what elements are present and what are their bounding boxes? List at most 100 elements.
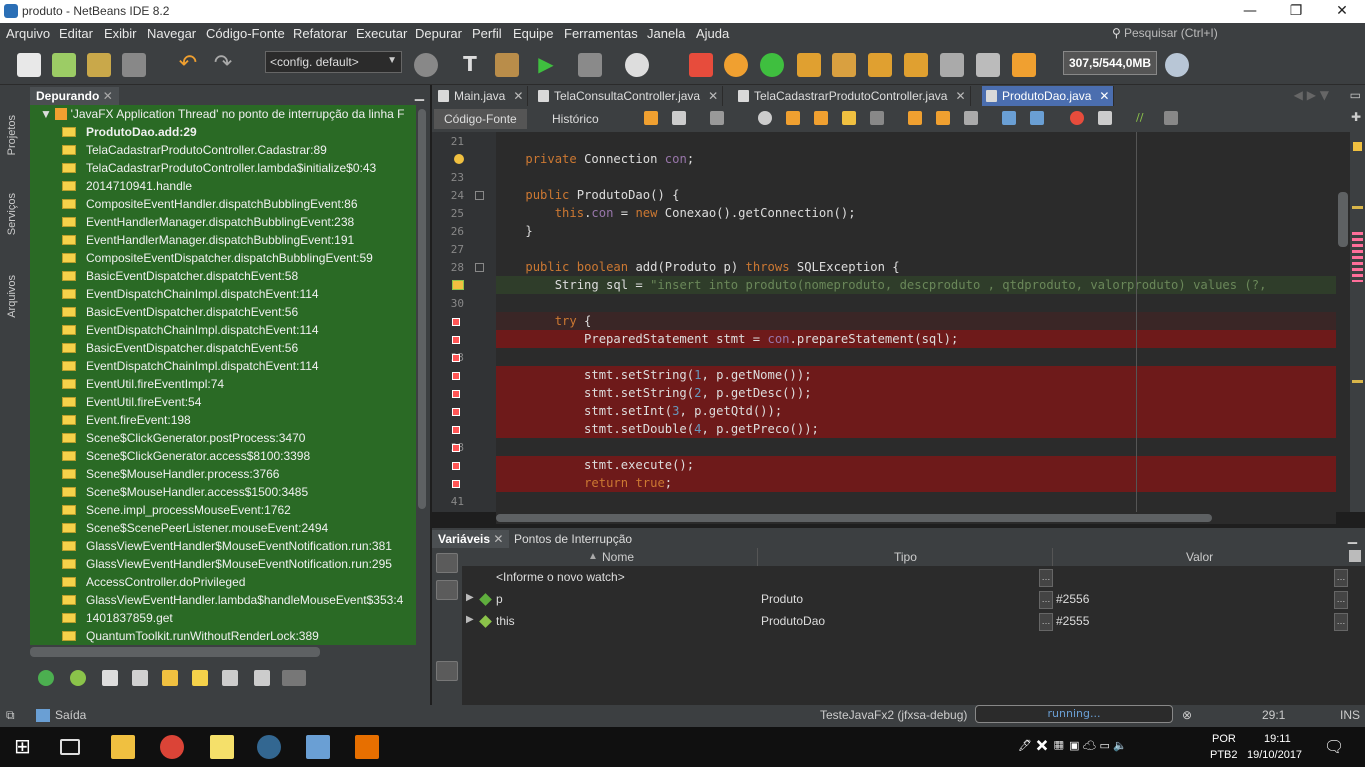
maximize-button[interactable]: ❐ bbox=[1273, 0, 1319, 23]
debugging-tab[interactable]: Depurando ✕ bbox=[30, 87, 119, 105]
forward-icon[interactable] bbox=[710, 111, 724, 125]
menu-exibir[interactable]: Exibir bbox=[104, 26, 137, 41]
column-chooser-icon[interactable] bbox=[1349, 550, 1361, 562]
stack-frame[interactable]: Scene$ClickGenerator.access$8100:3398 bbox=[30, 447, 416, 465]
breakpoint-icon[interactable] bbox=[452, 408, 460, 416]
breakpoint-icon[interactable] bbox=[452, 444, 460, 452]
chrome-icon[interactable] bbox=[160, 735, 184, 759]
menu-executar[interactable]: Executar bbox=[356, 26, 407, 41]
menu-janela[interactable]: Janela bbox=[647, 26, 685, 41]
settings-icon[interactable] bbox=[132, 670, 148, 686]
stack-frame[interactable]: TelaCadastrarProdutoController.lambda$in… bbox=[30, 159, 416, 177]
macro-stop-icon[interactable] bbox=[1098, 111, 1112, 125]
stack-frame[interactable]: EventHandlerManager.dispatchBubblingEven… bbox=[30, 231, 416, 249]
stack-frame[interactable]: BasicEventDispatcher.dispatchEvent:58 bbox=[30, 267, 416, 285]
toggle-highlight-icon[interactable] bbox=[842, 111, 856, 125]
toggle-bookmark-icon[interactable] bbox=[964, 111, 978, 125]
menu-codigo-fonte[interactable]: Código-Fonte bbox=[206, 26, 285, 41]
code-line[interactable]: public boolean add(Produto p) throws SQL… bbox=[496, 258, 1336, 276]
sticky-notes-icon[interactable] bbox=[210, 735, 234, 759]
tab-tela-consulta[interactable]: TelaConsultaController.java ✕ bbox=[534, 86, 724, 106]
step-into-icon[interactable] bbox=[868, 53, 892, 77]
fold-icon[interactable] bbox=[475, 191, 484, 200]
minimize-panel-icon[interactable]: ▁ bbox=[1348, 530, 1357, 544]
debug-project-icon[interactable] bbox=[578, 53, 602, 77]
java-icon[interactable] bbox=[355, 735, 379, 759]
stack-frame[interactable]: GlassViewEventHandler.lambda$handleMouse… bbox=[30, 591, 416, 609]
code-line[interactable]: stmt.setString(2, p.getDesc()); bbox=[496, 384, 1336, 402]
stack-scrollbar[interactable] bbox=[416, 105, 428, 645]
stack-frame[interactable]: Scene$MouseHandler.process:3766 bbox=[30, 465, 416, 483]
close-button[interactable]: ✕ bbox=[1319, 0, 1365, 23]
keyboard-layout[interactable]: PTB2 bbox=[1210, 749, 1238, 761]
source-button[interactable]: Código-Fonte bbox=[434, 109, 527, 129]
code-line[interactable]: this.con = new Conexao().getConnection()… bbox=[496, 204, 1336, 222]
stack-frame[interactable]: GlassViewEventHandler$MouseEventNotifica… bbox=[30, 537, 416, 555]
tab-tela-cadastrar[interactable]: TelaCadastrarProdutoController.java ✕ bbox=[734, 86, 971, 106]
edit-button[interactable]: … bbox=[1334, 569, 1348, 587]
cancel-icon[interactable]: ⊗ bbox=[1182, 708, 1192, 722]
tab-variables[interactable]: Variáveis ✕ bbox=[432, 530, 510, 548]
stack-frame[interactable]: Event.fireEvent:198 bbox=[30, 411, 416, 429]
variable-row[interactable]: ▶ p Produto … #2556 … bbox=[462, 589, 1365, 611]
history-button[interactable]: Histórico bbox=[542, 109, 609, 129]
run-to-cursor-icon[interactable] bbox=[940, 53, 964, 77]
clean-build-icon[interactable] bbox=[495, 53, 519, 77]
stack-hscrollbar[interactable] bbox=[30, 647, 320, 657]
resume-thread-icon[interactable] bbox=[38, 670, 54, 686]
close-icon[interactable]: ✕ bbox=[955, 89, 965, 103]
restore-window-icon[interactable]: ⧉ bbox=[6, 708, 15, 723]
threads-icon[interactable] bbox=[70, 670, 86, 686]
code-line[interactable] bbox=[496, 240, 1336, 258]
close-icon[interactable]: ✕ bbox=[1099, 89, 1109, 103]
task-view-icon[interactable] bbox=[60, 739, 80, 755]
menu-editar[interactable]: Editar bbox=[59, 26, 93, 41]
code-line[interactable]: private Connection con; bbox=[496, 150, 1336, 168]
menu-ajuda[interactable]: Ajuda bbox=[696, 26, 729, 41]
edit-button[interactable]: … bbox=[1334, 591, 1348, 609]
prev-bookmark-icon[interactable] bbox=[908, 111, 922, 125]
code-editor[interactable]: private Connection con; public ProdutoDa… bbox=[496, 132, 1336, 512]
menu-arquivo[interactable]: Arquivo bbox=[6, 26, 50, 41]
notifications-icon[interactable]: 🗨 bbox=[1324, 737, 1344, 757]
close-icon[interactable]: ✕ bbox=[513, 89, 523, 103]
breakpoint-icon[interactable] bbox=[452, 480, 460, 488]
back-icon[interactable] bbox=[672, 111, 686, 125]
next-bookmark-icon[interactable] bbox=[936, 111, 950, 125]
hint-bulb-icon[interactable] bbox=[454, 154, 464, 164]
step-over-icon[interactable] bbox=[797, 53, 821, 77]
edit-button[interactable]: … bbox=[1039, 613, 1053, 631]
build-hammer-icon[interactable]: T bbox=[458, 53, 482, 77]
step-over-expression-icon[interactable] bbox=[832, 53, 856, 77]
frames-icon[interactable] bbox=[192, 670, 208, 686]
variable-row[interactable]: ▶ this ProdutoDao … #2555 … bbox=[462, 611, 1365, 633]
pause-icon[interactable] bbox=[724, 53, 748, 77]
continue-icon[interactable] bbox=[760, 53, 784, 77]
code-line[interactable]: stmt.setInt(3, p.getQtd()); bbox=[496, 402, 1336, 420]
apply-changes-icon[interactable] bbox=[976, 53, 1000, 77]
code-line[interactable] bbox=[496, 492, 1336, 510]
minimize-button[interactable]: — bbox=[1227, 0, 1273, 23]
code-line[interactable] bbox=[496, 132, 1336, 150]
stack-frame[interactable]: EventDispatchChainImpl.dispatchEvent:114 bbox=[30, 321, 416, 339]
tab-produto-dao[interactable]: ProdutoDao.java ✕ bbox=[982, 86, 1115, 106]
code-line[interactable] bbox=[496, 168, 1336, 186]
expand-icon[interactable]: ▼ bbox=[40, 107, 52, 121]
new-file-icon[interactable] bbox=[17, 53, 41, 77]
stack-frame[interactable]: CompositeEventHandler.dispatchBubblingEv… bbox=[30, 195, 416, 213]
maximize-window-icon[interactable]: ▭ bbox=[1350, 88, 1361, 102]
code-line[interactable]: PreparedStatement stmt = con.prepareStat… bbox=[496, 330, 1336, 348]
fold-icon[interactable] bbox=[475, 263, 484, 272]
close-icon[interactable]: ✕ bbox=[708, 89, 718, 103]
col-name[interactable]: Nome bbox=[602, 550, 634, 564]
new-watch-icon[interactable] bbox=[436, 553, 458, 573]
output-tab[interactable]: Saída bbox=[55, 708, 86, 722]
build-globe-icon[interactable] bbox=[414, 53, 438, 77]
code-line[interactable] bbox=[496, 348, 1336, 366]
run-icon[interactable]: ▶ bbox=[534, 53, 558, 77]
new-project-icon[interactable] bbox=[52, 53, 76, 77]
evaluate-icon[interactable] bbox=[436, 580, 458, 600]
stack-frame[interactable]: CompositeEventDispatcher.dispatchBubblin… bbox=[30, 249, 416, 267]
close-icon[interactable]: ✕ bbox=[103, 89, 113, 103]
breakpoint-icon[interactable] bbox=[452, 462, 460, 470]
